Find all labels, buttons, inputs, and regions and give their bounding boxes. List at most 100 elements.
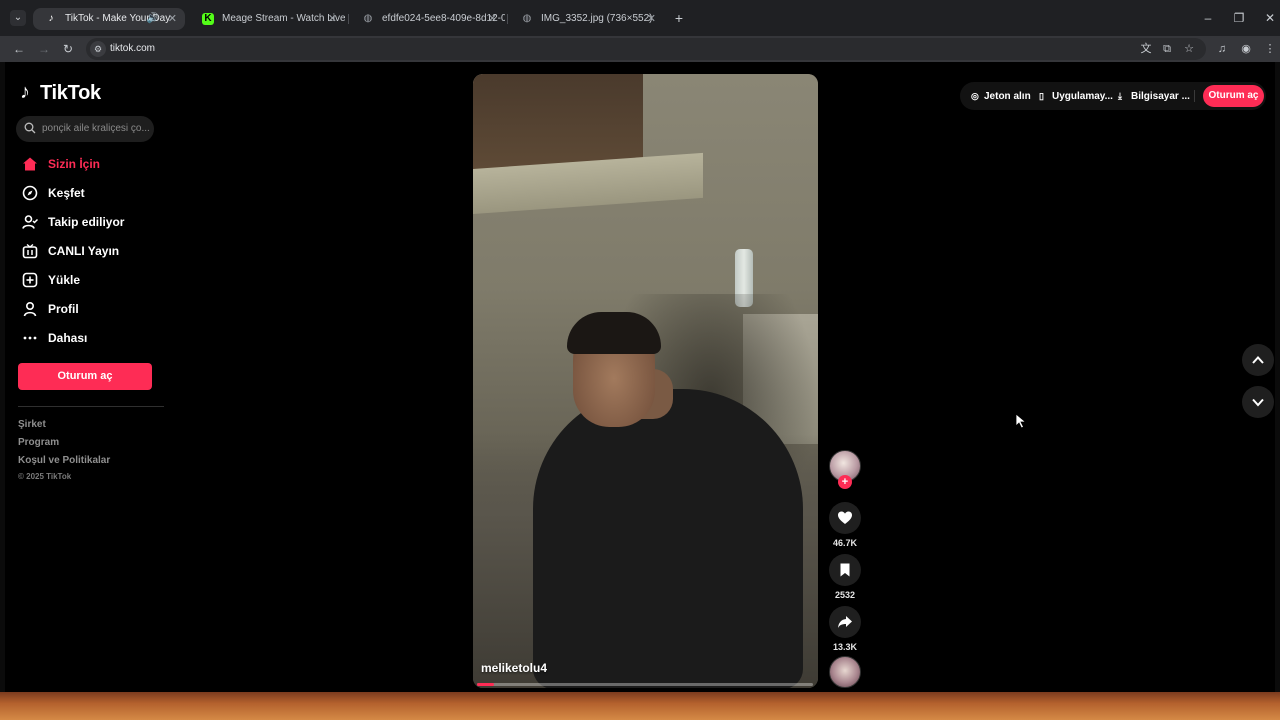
minimize-button[interactable]: – — [1200, 10, 1216, 26]
footer-link-program[interactable]: Program — [18, 434, 110, 452]
footer-link-company[interactable]: Şirket — [18, 416, 110, 434]
save-count: 2532 — [834, 590, 856, 600]
sidebar-footer: Şirket Program Koşul ve Politikalar © 20… — [18, 416, 110, 484]
like-button[interactable] — [829, 502, 861, 534]
previous-video-button[interactable] — [1242, 344, 1274, 376]
close-icon[interactable]: ✕ — [647, 8, 656, 30]
sidebar-item-following[interactable]: Takip ediliyor — [18, 208, 168, 237]
close-icon[interactable]: ✕ — [488, 8, 497, 30]
top-login-button[interactable]: Oturum aç — [1203, 85, 1264, 107]
save-button[interactable] — [829, 554, 861, 586]
close-icon[interactable]: ✕ — [168, 8, 177, 30]
download-icon: ⤓ — [1118, 91, 1122, 101]
video-progress-bar[interactable] — [477, 683, 813, 686]
search-icon — [24, 122, 36, 134]
get-coins-link[interactable]: ◎ Jeton alın — [971, 82, 1031, 111]
logo-text: TikTok — [40, 82, 101, 104]
tab-title: IMG_3352.jpg (736×552) — [541, 13, 653, 24]
sidebar-item-upload[interactable]: Yükle — [18, 266, 168, 295]
get-app-link[interactable]: ▯ Uygulamay... — [1039, 82, 1113, 111]
tiktok-favicon-icon: ♪ — [48, 13, 54, 24]
video-author[interactable]: meliketolu4 — [481, 661, 547, 675]
back-button[interactable]: ← — [11, 41, 27, 57]
compass-icon — [22, 185, 38, 201]
browser-tab-bar: ⌄ ♪ TikTok - Make Your Day 🔊 ✕ K Meage S… — [0, 0, 1280, 36]
sidebar-item-profile[interactable]: Profil — [18, 295, 168, 324]
video-player[interactable]: meliketolu4 — [473, 74, 818, 688]
tab-title: efdfe024-5ee8-409e-8d12-036 — [382, 13, 505, 24]
tiktok-page: ♪ TikTok ponçik aile kraliçesi ço... Siz… — [5, 62, 1275, 692]
address-bar[interactable]: ⚙ tiktok.com — [86, 38, 1206, 60]
desktop-app-link[interactable]: ⤓ Bilgisayar ... — [1118, 82, 1190, 111]
search-input[interactable]: ponçik aile kraliçesi ço... — [16, 116, 154, 142]
sidebar-item-for-you[interactable]: Sizin İçin — [18, 150, 168, 179]
chevron-up-icon — [1252, 356, 1264, 364]
follow-button[interactable]: + — [838, 475, 852, 489]
copyright: © 2025 TikTok — [18, 472, 72, 481]
profile-icon — [23, 301, 37, 317]
login-button[interactable]: Oturum aç — [18, 363, 152, 390]
get-app-label: Uygulamay... — [1052, 91, 1113, 102]
share-icon — [838, 616, 852, 628]
speaker-icon[interactable]: 🔊 — [147, 8, 159, 30]
sidebar-item-label: CANLI Yayın — [48, 244, 120, 258]
tab-efdfe[interactable]: ◍ efdfe024-5ee8-409e-8d12-036 ✕ — [350, 8, 505, 30]
search-placeholder: ponçik aile kraliçesi ço... — [42, 123, 150, 134]
address-url: tiktok.com — [110, 43, 156, 54]
video-frame — [533, 389, 803, 688]
tab-search-button[interactable]: ⌄ — [10, 10, 26, 26]
tab-tiktok[interactable]: ♪ TikTok - Make Your Day 🔊 ✕ — [33, 8, 185, 30]
tab-separator — [348, 14, 349, 24]
next-video-button[interactable] — [1242, 386, 1274, 418]
screen: ⌄ ♪ TikTok - Make Your Day 🔊 ✕ K Meage S… — [0, 0, 1280, 720]
restore-button[interactable]: ❐ — [1231, 10, 1247, 26]
mouse-cursor-icon — [1015, 413, 1027, 429]
desktop-edge — [1275, 62, 1280, 692]
get-coins-label: Jeton alın — [984, 91, 1031, 102]
sidebar-nav: Sizin İçin Keşfet Takip ediliyor CANLI Y… — [18, 150, 168, 353]
share-button[interactable] — [829, 606, 861, 638]
media-controls-icon[interactable]: ♫ — [1214, 41, 1230, 57]
home-icon — [23, 157, 37, 171]
tiktok-note-icon: ♪ — [20, 81, 30, 103]
sidebar-divider — [18, 406, 164, 407]
sidebar-item-label: Takip ediliyor — [48, 215, 125, 229]
sidebar-item-label: Yükle — [48, 273, 81, 287]
tab-img[interactable]: ◍ IMG_3352.jpg (736×552) ✕ — [509, 8, 664, 30]
like-count: 46.7K — [832, 538, 858, 548]
browser-toolbar: ← → ↻ ⚙ tiktok.com 文 ⧉ ☆ ♫ ◉ ⋮ — [0, 36, 1280, 62]
following-icon — [22, 215, 38, 229]
globe-icon: ◍ — [363, 13, 373, 24]
top-action-bar: ◎ Jeton alın ▯ Uygulamay... ⤓ Bilgisayar ..… — [960, 82, 1266, 110]
video-frame — [473, 74, 643, 169]
tab-meage-stream[interactable]: K Meage Stream - Watch Live on ✕ — [190, 8, 345, 30]
new-tab-button[interactable]: + — [671, 10, 687, 26]
sidebar-item-label: Keşfet — [48, 186, 85, 200]
sidebar-item-more[interactable]: Dahası — [18, 324, 168, 353]
video-progress-fill — [477, 683, 494, 686]
upload-icon — [22, 272, 38, 288]
footer-link-terms[interactable]: Koşul ve Politikalar — [18, 452, 110, 470]
music-disc-avatar[interactable] — [829, 656, 861, 688]
bookmark-icon — [840, 563, 850, 577]
site-info-icon[interactable]: ⚙ — [90, 41, 106, 57]
install-app-icon[interactable]: ⧉ — [1159, 41, 1175, 57]
reload-button[interactable]: ↻ — [60, 41, 76, 57]
translate-icon[interactable]: 文 — [1138, 41, 1154, 57]
topbar-divider — [1194, 90, 1195, 102]
video-frame — [567, 312, 661, 354]
bookmark-star-icon[interactable]: ☆ — [1181, 41, 1197, 57]
menu-dots-icon[interactable]: ⋮ — [1262, 41, 1278, 57]
sidebar-item-explore[interactable]: Keşfet — [18, 179, 168, 208]
live-tv-icon — [22, 243, 38, 259]
close-icon[interactable]: ✕ — [328, 8, 337, 30]
desktop-app-label: Bilgisayar ... — [1131, 91, 1190, 102]
close-window-button[interactable]: ✕ — [1262, 10, 1278, 26]
sidebar-item-label: Profil — [48, 302, 79, 316]
forward-button[interactable]: → — [36, 41, 52, 57]
kick-favicon-icon: K — [202, 13, 214, 25]
profile-icon[interactable]: ◉ — [1238, 41, 1254, 57]
sidebar-item-live[interactable]: CANLI Yayın — [18, 237, 168, 266]
chevron-down-icon: ⌄ — [13, 12, 23, 23]
phone-icon: ▯ — [1039, 91, 1044, 101]
